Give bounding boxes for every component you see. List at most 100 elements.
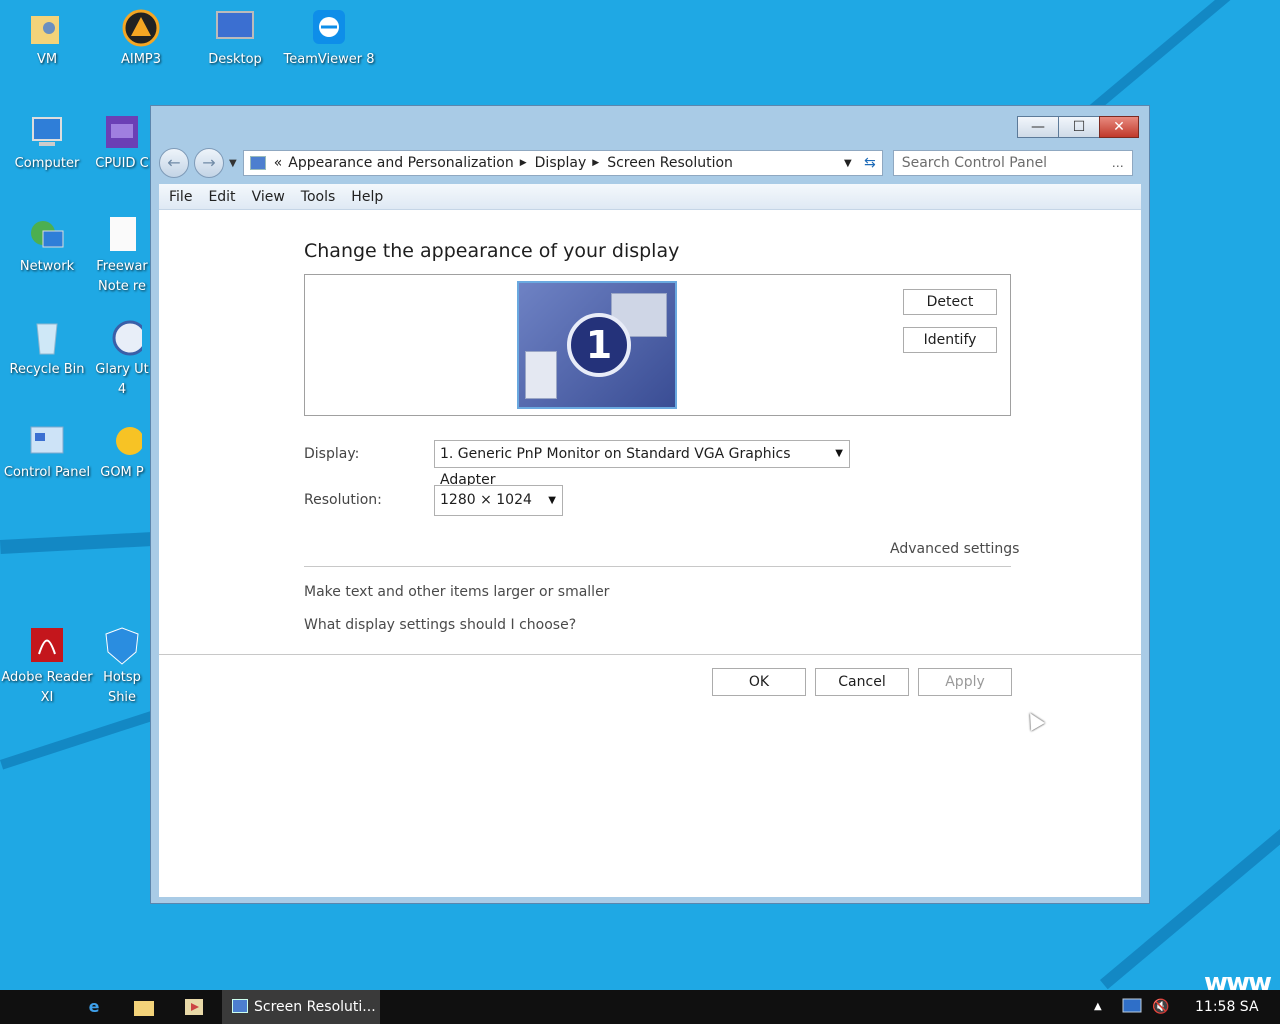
- screen-resolution-window: — ☐ ✕ ← → ▼ « Appearance and Personaliza…: [150, 105, 1150, 904]
- address-dropdown-icon[interactable]: ▼: [844, 158, 852, 169]
- desktop-icon-desktop[interactable]: Desktop: [188, 8, 282, 70]
- desktop-icon-glary[interactable]: Glary Ut 4: [94, 318, 150, 400]
- navigation-bar: ← → ▼ « Appearance and Personalization ▶…: [159, 146, 1143, 180]
- desktop-icon-control-panel[interactable]: Control Panel: [0, 421, 94, 483]
- breadcrumb-separator-icon[interactable]: ▶: [592, 158, 599, 168]
- show-hidden-icons-icon[interactable]: ▲: [1094, 990, 1102, 1024]
- close-button[interactable]: ✕: [1099, 116, 1139, 138]
- back-button[interactable]: ←: [159, 148, 189, 178]
- desktop-icon-hotspot-shield[interactable]: Hotsp Shie: [94, 626, 150, 708]
- search-icon[interactable]: …: [1112, 151, 1124, 175]
- desktop-icon-computer[interactable]: Computer: [0, 112, 94, 174]
- cancel-button[interactable]: Cancel: [815, 668, 909, 696]
- ok-button[interactable]: OK: [712, 668, 806, 696]
- computer-icon: [27, 112, 67, 152]
- chevron-down-icon: ▼: [548, 495, 556, 506]
- desktop-icon-label: TeamViewer 8: [283, 52, 375, 67]
- desktop-icon-label: Desktop: [208, 52, 262, 67]
- aimp-icon: [121, 8, 161, 48]
- desktop-icon-label: Computer: [14, 156, 80, 171]
- desktop-icon-teamviewer[interactable]: TeamViewer 8: [282, 8, 376, 70]
- window-controls: — ☐ ✕: [1017, 116, 1139, 138]
- display-select[interactable]: 1. Generic PnP Monitor on Standard VGA G…: [434, 440, 850, 488]
- desktop-icon-adobe-reader[interactable]: Adobe Reader XI: [0, 626, 94, 708]
- desktop-icon-gom[interactable]: GOM P: [94, 421, 150, 483]
- desktop-icon-label: Control Panel: [3, 465, 91, 480]
- volume-muted-icon[interactable]: 🔇: [1152, 990, 1169, 1024]
- address-bar[interactable]: « Appearance and Personalization ▶ Displ…: [242, 150, 883, 176]
- desktop-icon-vm[interactable]: VM: [0, 8, 94, 70]
- detect-button[interactable]: Detect: [903, 289, 997, 315]
- forward-button[interactable]: →: [194, 148, 224, 178]
- recycle-bin-icon: [27, 318, 67, 358]
- desktop-icon-label: Freewar Note re: [96, 259, 148, 294]
- window-thumbnail-icon: [525, 351, 557, 399]
- glary-icon: [102, 318, 148, 358]
- menu-tools[interactable]: Tools: [293, 189, 344, 205]
- desktop-icon-label: VM: [36, 52, 58, 67]
- menu-help[interactable]: Help: [343, 189, 391, 205]
- display-settings-help-link[interactable]: What display settings should I choose?: [304, 617, 576, 633]
- menu-bar: File Edit View Tools Help: [159, 184, 1141, 210]
- desktop-icon-aimp3[interactable]: AIMP3: [94, 8, 188, 70]
- desktop-icon-label: AIMP3: [120, 52, 162, 67]
- resolution-select-value: 1280 × 1024: [440, 492, 532, 508]
- media-player-icon[interactable]: [176, 994, 212, 1020]
- recent-pages-dropdown[interactable]: ▼: [229, 158, 237, 169]
- taskbar: e Screen Resoluti... ▲ 🔇 11:58 SA: [0, 990, 1280, 1024]
- folder-user-icon: [27, 8, 67, 48]
- desktop-icon-cpuid[interactable]: CPUID C: [94, 112, 150, 174]
- cpuid-icon: [102, 112, 142, 152]
- identify-button[interactable]: Identify: [903, 327, 997, 353]
- teamviewer-icon: [309, 8, 349, 48]
- content-area: Change the appearance of your display 1 …: [159, 210, 1141, 897]
- document-icon: [102, 215, 142, 255]
- control-panel-icon: [249, 156, 266, 170]
- search-input[interactable]: Search Control Panel …: [892, 150, 1133, 176]
- menu-file[interactable]: File: [161, 189, 200, 205]
- desktop-icon-recycle-bin[interactable]: Recycle Bin: [0, 318, 94, 380]
- apply-button[interactable]: Apply: [918, 668, 1012, 696]
- internet-explorer-icon[interactable]: e: [76, 994, 112, 1020]
- chevron-down-icon: ▼: [835, 448, 843, 459]
- desktop-icon-label: CPUID C: [95, 156, 149, 171]
- breadcrumb-display[interactable]: Display: [535, 155, 587, 171]
- desktop-icon-network[interactable]: Network: [0, 215, 94, 277]
- desktop-icon-label: Recycle Bin: [9, 362, 85, 377]
- gom-icon: [102, 421, 144, 461]
- advanced-settings-link[interactable]: Advanced settings: [890, 541, 1019, 557]
- monitor-1-icon[interactable]: 1: [517, 281, 677, 409]
- shield-icon: [102, 626, 142, 666]
- text-size-link[interactable]: Make text and other items larger or smal…: [304, 584, 609, 600]
- file-explorer-icon[interactable]: [126, 994, 162, 1020]
- desktop-icon-freeware-note[interactable]: Freewar Note re: [94, 215, 150, 297]
- desktop-icon-label: Glary Ut 4: [95, 362, 149, 397]
- network-tray-icon[interactable]: [1122, 990, 1142, 1024]
- monitor-icon: [215, 8, 255, 48]
- search-placeholder: Search Control Panel: [901, 155, 1048, 171]
- menu-view[interactable]: View: [244, 189, 293, 205]
- control-panel-icon: [232, 999, 248, 1013]
- breadcrumb-separator-icon[interactable]: ▶: [520, 158, 527, 168]
- breadcrumb-screen-resolution[interactable]: Screen Resolution: [607, 155, 733, 171]
- breadcrumb-prefix[interactable]: «: [274, 155, 283, 171]
- divider: [159, 654, 1141, 655]
- network-icon: [27, 215, 67, 255]
- refresh-icon[interactable]: ⇆: [864, 155, 876, 171]
- monitor-number: 1: [567, 313, 631, 377]
- resolution-label: Resolution:: [304, 492, 382, 508]
- clock[interactable]: 11:58 SA: [1195, 990, 1259, 1024]
- divider: [304, 566, 1011, 567]
- desktop-icon-label: Hotsp Shie: [103, 670, 141, 705]
- control-panel-icon: [27, 421, 67, 461]
- desktop-icon-label: GOM P: [100, 465, 144, 480]
- maximize-button[interactable]: ☐: [1058, 116, 1100, 138]
- monitor-preview-box: 1 Detect Identify: [304, 274, 1011, 416]
- desktop-icon-label: Network: [19, 259, 75, 274]
- breadcrumb-appearance[interactable]: Appearance and Personalization: [288, 155, 513, 171]
- taskbar-item-screen-resolution[interactable]: Screen Resoluti...: [222, 990, 380, 1024]
- menu-edit[interactable]: Edit: [200, 189, 243, 205]
- minimize-button[interactable]: —: [1017, 116, 1059, 138]
- pdf-icon: [27, 626, 67, 666]
- resolution-select[interactable]: 1280 × 1024 ▼: [434, 485, 563, 516]
